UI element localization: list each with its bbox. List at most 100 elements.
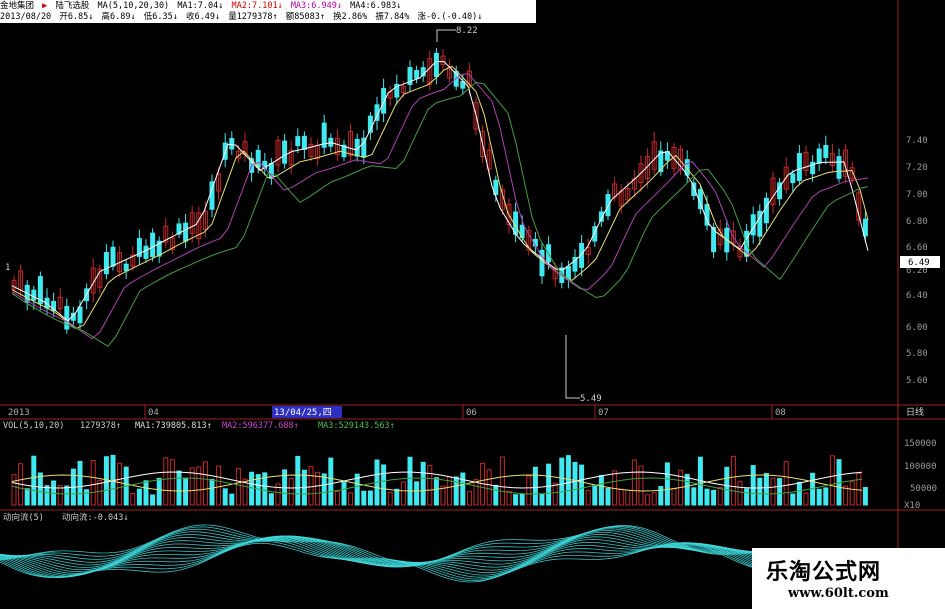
volume-bar [856,472,862,506]
volume-bar [103,456,109,506]
volume-bar [315,471,321,506]
volume-bar [268,493,274,506]
candle [414,70,420,79]
volume-bar [750,465,756,506]
volume-bar [183,477,189,506]
volume-bar [341,480,347,506]
high-marker [436,29,456,42]
volume-bar [209,478,215,506]
volume-bar [414,481,420,506]
volume-bar [176,470,182,506]
volume-bar [169,459,175,506]
volume-bar [532,466,538,506]
volume-bar [737,480,743,506]
candle [103,252,109,275]
volume-bar [618,488,624,506]
volume-bar [433,477,439,506]
date-tick: 06 [466,408,477,418]
volume-bar [783,461,789,506]
volume-bar [803,492,809,506]
volume-bar [202,461,208,506]
volume-bar [466,491,472,506]
ma-line [11,73,869,340]
vol-tick: 100000 [904,462,937,472]
candle [143,245,149,259]
volume-bar [546,463,552,506]
price-tick: 7.00 [906,190,928,200]
volume-bar [229,493,235,506]
volume-bar [453,476,459,506]
candle [763,197,769,224]
vol-value: 1279378↑ [80,421,121,431]
candle [123,263,129,272]
selected-date: 13/04/25,四 [274,408,332,418]
volume-bar [625,489,631,506]
volume-panel [11,454,868,506]
candle [836,156,842,179]
volume-bar [704,488,710,506]
volume-bar [777,478,783,506]
candle [110,246,116,267]
candle [605,194,611,217]
price-tick: 6.40 [906,291,928,301]
volume-bar [730,455,736,506]
low-annotation: 5.49 [580,394,602,404]
volume-bar [394,488,400,506]
volume-bar [222,488,228,506]
volume-bar [770,477,776,506]
volume-bar [651,492,657,506]
vol-label: VOL(5,10,20) [3,421,64,431]
volume-bar [579,464,585,506]
price-tick: 6.80 [906,217,928,227]
volume-bar [37,472,43,506]
candle [229,138,235,150]
volume-bar [645,494,651,506]
volume-bar [849,481,855,506]
volume-bar [664,462,670,506]
candle [381,88,387,114]
volume-bar [585,489,591,506]
candle [328,137,334,147]
volume-bar [658,486,664,506]
volume-bar [684,473,690,506]
watermark-url: www.60lt.com [788,586,889,601]
price-tick: 5.60 [906,376,928,386]
candle [183,222,189,242]
left-marker: 1 [5,263,10,273]
volume-bar [249,471,255,506]
volume-bar [829,455,835,506]
vol-ma2: MA2:596377.688↑ [222,421,299,431]
candle [295,136,301,147]
candle [150,232,156,258]
volume-bar [605,488,611,506]
volume-bar [90,460,96,506]
volume-bar [592,484,598,506]
period-label[interactable]: 日线 [906,406,924,418]
volume-bar [427,464,433,506]
candle [823,144,829,158]
stock-chart-window: 金地集团 ▶ 陆飞选股 MA(5,10,20,30) MA1:7.04↓ MA2… [0,0,945,609]
volume-bar [288,478,294,506]
volume-bar [328,457,334,506]
candle [704,204,710,226]
vol-tick: 50000 [910,484,937,494]
volume-bar [823,487,829,506]
current-price: 6.49 [908,258,930,268]
volume-bar [84,489,90,506]
volume-bar [506,490,512,506]
volume-bar [308,466,314,506]
volume-bar [711,489,717,506]
candle [433,52,439,78]
volume-bar [235,468,241,506]
volume-bar [631,459,637,506]
volume-bar [407,456,413,506]
volume-bar [136,488,142,506]
volume-bar [552,482,558,506]
volume-bar [216,465,222,506]
chart-canvas[interactable]: 7.40 7.20 7.00 6.80 6.60 6.40 6.20 6.00 … [0,0,945,609]
volume-bar [486,469,492,506]
vol-ma3: MA3:529143.563↑ [318,421,395,431]
volume-bar [598,474,604,506]
volume-bar [499,456,505,506]
volume-bar [295,455,301,506]
